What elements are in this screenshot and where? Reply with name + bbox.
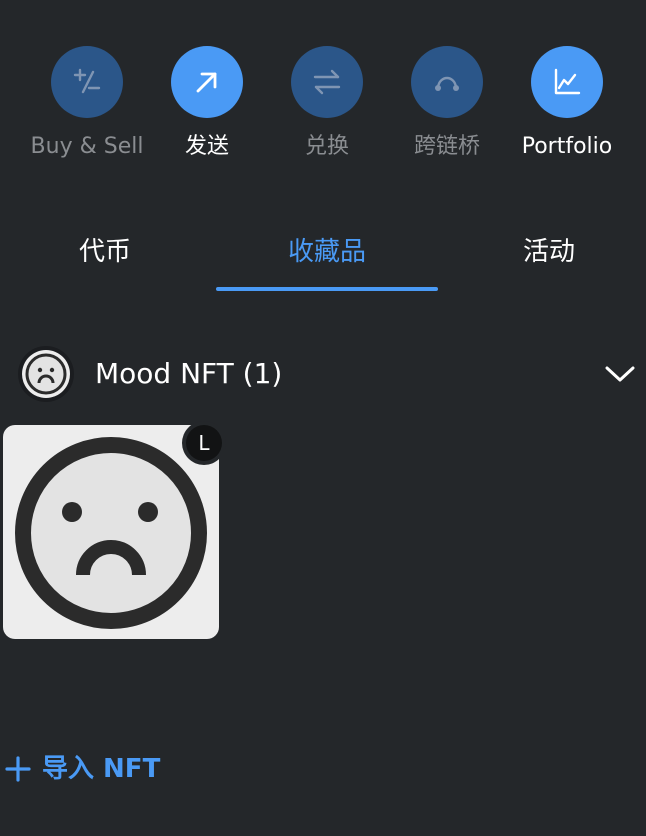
import-nft-button[interactable]: 导入 NFT	[4, 748, 160, 790]
plus-icon	[5, 756, 31, 782]
tab-collectibles[interactable]: 收藏品	[216, 222, 438, 290]
chevron-down-icon[interactable]	[604, 360, 636, 388]
action-bar: Buy & Sell 发送 兑换 跨链桥 Portfolio	[27, 46, 627, 166]
nft-card[interactable]: L	[3, 421, 226, 639]
wallet-screen: Buy & Sell 发送 兑换 跨链桥 Portfolio 代币 收藏品 活动…	[0, 0, 646, 836]
network-badge: L	[182, 421, 226, 465]
swap-circle	[291, 46, 363, 118]
buy-sell-circle	[51, 46, 123, 118]
tab-activity[interactable]: 活动	[446, 222, 646, 290]
network-badge-letter: L	[186, 425, 222, 461]
send-arrow-icon	[196, 72, 217, 93]
active-tab-indicator	[216, 287, 438, 291]
send-button[interactable]: 发送	[147, 46, 267, 162]
bridge-circle	[411, 46, 483, 118]
sad-face-icon	[22, 350, 70, 398]
swap-label: 兑换	[304, 134, 349, 159]
collection-avatar	[18, 346, 74, 402]
send-label: 发送	[184, 134, 229, 159]
buy-sell-button[interactable]: Buy & Sell	[27, 46, 147, 162]
bridge-label: 跨链桥	[413, 134, 480, 159]
portfolio-label: Portfolio	[521, 134, 613, 159]
nft-image	[15, 437, 207, 629]
send-circle	[171, 46, 243, 118]
collection-header[interactable]: Mood NFT (1)	[18, 346, 638, 402]
buy-sell-icon	[73, 68, 101, 94]
import-nft-label: 导入 NFT	[42, 754, 161, 784]
portfolio-chart-icon	[554, 68, 581, 95]
portfolio-circle	[531, 46, 603, 118]
bridge-button[interactable]: 跨链桥	[387, 46, 507, 162]
swap-arrows-icon	[313, 69, 341, 95]
collection-title: Mood NFT (1)	[95, 357, 283, 390]
swap-button[interactable]: 兑换	[267, 46, 387, 162]
tab-tokens[interactable]: 代币	[0, 222, 210, 290]
bridge-icon	[435, 76, 459, 91]
portfolio-button[interactable]: Portfolio	[507, 46, 627, 162]
buy-sell-label: Buy & Sell	[30, 134, 144, 159]
asset-tabs: 代币 收藏品 活动	[0, 222, 646, 294]
